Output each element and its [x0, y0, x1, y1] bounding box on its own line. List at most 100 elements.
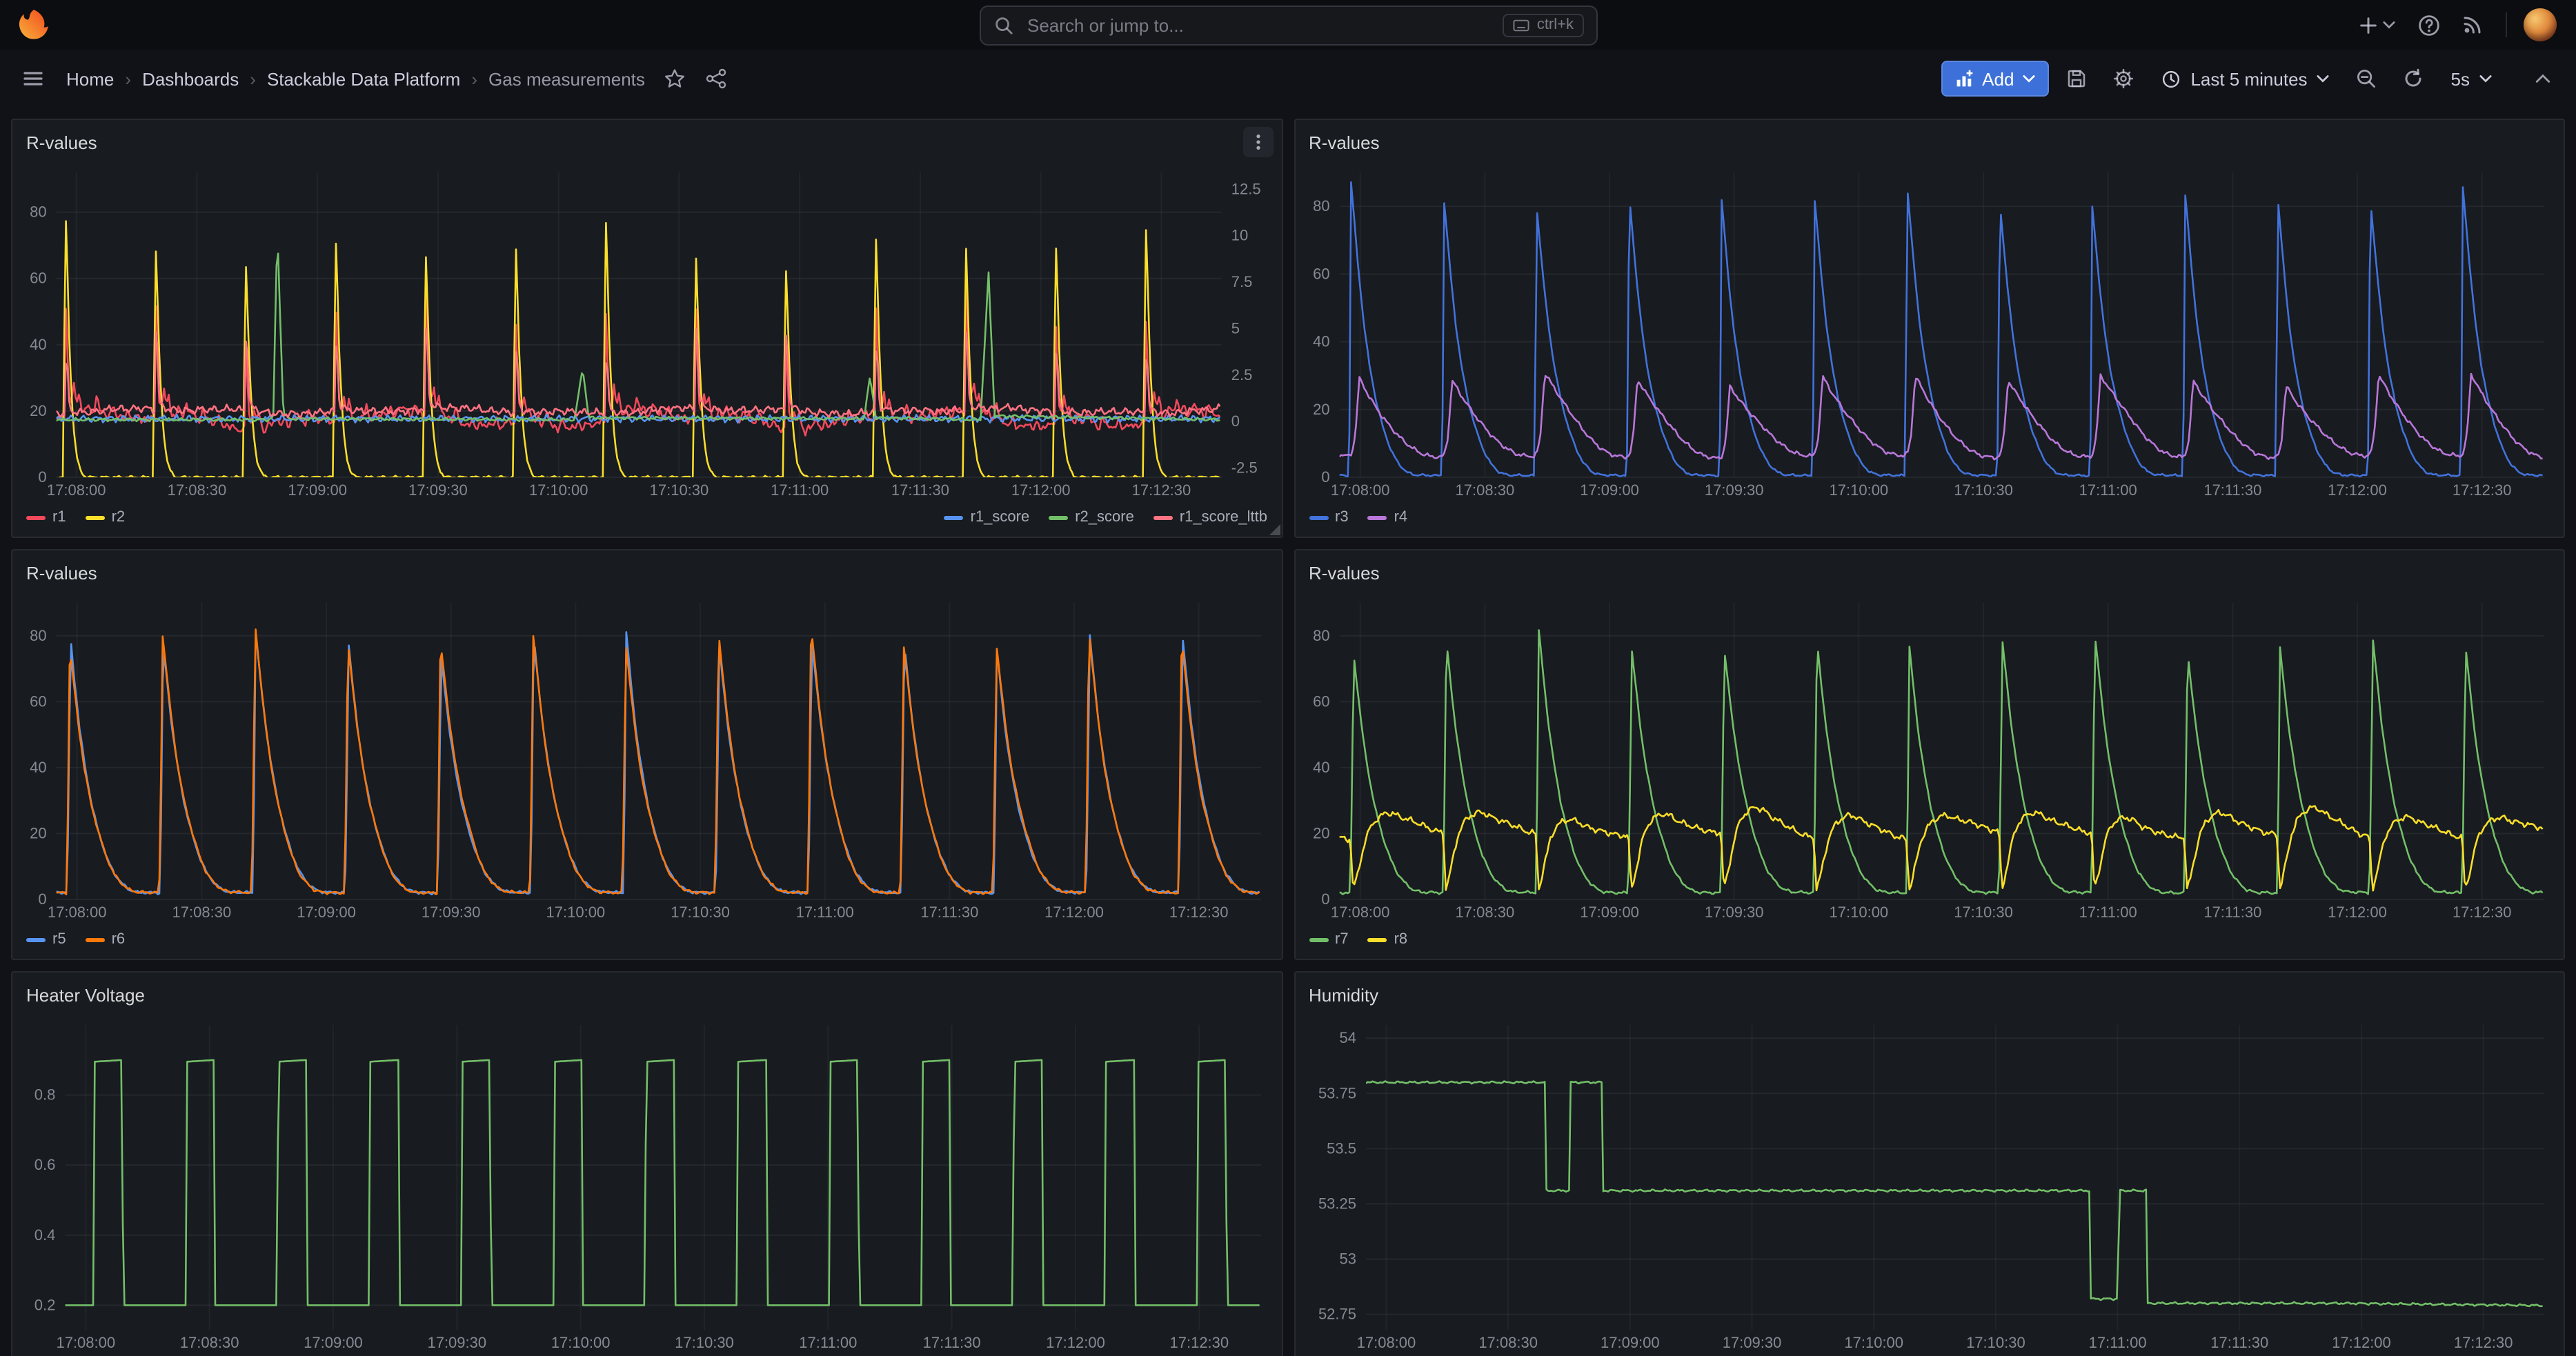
x-axis-label: 17:08:30: [1455, 904, 1514, 921]
y-axis-label: 40: [30, 759, 46, 776]
legend-item-r1_score[interactable]: r1_score: [944, 509, 1030, 526]
x-axis-label: 17:11:00: [796, 904, 854, 921]
x-axis-label: 17:11:00: [771, 481, 829, 499]
x-axis-label: 17:12:30: [2453, 1334, 2513, 1351]
x-axis-label: 17:08:30: [1455, 481, 1514, 499]
breadcrumb-home[interactable]: Home: [66, 68, 114, 89]
legend-item-r2_score[interactable]: r2_score: [1049, 509, 1134, 526]
y-axis-label: 80: [1312, 627, 1329, 644]
chevron-up-icon: [2533, 69, 2553, 88]
chart-area[interactable]: 020406080-2.502.557.51012.517:08:0017:08…: [21, 160, 1273, 501]
dashboard-settings-button[interactable]: [2103, 59, 2142, 98]
x-axis-label: 17:10:30: [1953, 481, 2012, 499]
chart-canvas[interactable]: 0.20.40.60.817:08:0017:08:3017:09:0017:0…: [21, 1013, 1274, 1353]
legend-label: r2: [112, 509, 126, 526]
chart-canvas[interactable]: 02040608017:08:0017:08:3017:09:0017:09:3…: [1303, 160, 2556, 501]
plus-icon: [2358, 14, 2379, 35]
x-axis-label: 17:12:30: [2452, 904, 2511, 921]
panel-resize-handle[interactable]: [1269, 524, 1280, 535]
breadcrumb-dashboards[interactable]: Dashboards: [142, 68, 239, 89]
y-axis-right-label: 12.5: [1231, 180, 1261, 197]
panel-title-bar[interactable]: Humidity: [1295, 973, 2564, 1013]
x-axis-label: 17:11:30: [2210, 1334, 2268, 1351]
search-input[interactable]: [1024, 13, 1492, 37]
y-axis-label: 0.2: [34, 1296, 56, 1313]
chevron-down-icon: [2022, 74, 2034, 83]
chart-canvas[interactable]: 02040608017:08:0017:08:3017:09:0017:09:3…: [1303, 590, 2556, 923]
grafana-flame-icon: [17, 8, 51, 42]
x-axis-label: 17:11:00: [2079, 904, 2137, 921]
panel-title-bar[interactable]: R-values: [1295, 120, 2564, 160]
grafana-app: ctrl+k: [0, 0, 2576, 1356]
series-group: [57, 630, 1260, 895]
y-axis-label: 0: [1320, 468, 1329, 486]
legend-group-left: r5 r6: [26, 931, 125, 948]
x-axis-label: 17:09:30: [427, 1334, 486, 1351]
legend-marker: [944, 515, 964, 519]
legend-item-r7[interactable]: r7: [1309, 931, 1349, 948]
legend-item-r4[interactable]: r4: [1368, 509, 1408, 526]
favorite-button[interactable]: [656, 59, 695, 98]
time-range-picker[interactable]: Last 5 minutes: [2150, 59, 2339, 98]
chart-area[interactable]: 02040608017:08:0017:08:3017:09:0017:09:3…: [21, 590, 1273, 923]
x-axis-label: 17:10:00: [1843, 1334, 1903, 1351]
series-line-r6: [57, 630, 1260, 895]
save-button[interactable]: [2057, 59, 2095, 98]
legend: r3 r4: [1295, 501, 2564, 531]
refresh-button[interactable]: [2395, 59, 2433, 98]
chart-area[interactable]: 02040608017:08:0017:08:3017:09:0017:09:3…: [1303, 160, 2555, 501]
menu-toggle-button[interactable]: [14, 59, 52, 98]
y-axis-label: 80: [30, 203, 46, 221]
chevron-down-icon: [2317, 74, 2330, 83]
panel-title-bar[interactable]: R-values: [12, 120, 1281, 160]
legend: r1 r2 r1_score r2_score r1_score_lttb: [12, 501, 1281, 531]
refresh-interval-picker[interactable]: 5s: [2441, 59, 2501, 98]
x-axis-label: 17:09:30: [1704, 481, 1763, 499]
help-button[interactable]: [2409, 6, 2448, 44]
legend-item-r5[interactable]: r5: [26, 931, 66, 948]
y-axis-right-label: 7.5: [1231, 273, 1253, 290]
legend-item-r2[interactable]: r2: [86, 509, 126, 526]
grafana-logo[interactable]: [17, 8, 51, 42]
legend-item-r1[interactable]: r1: [26, 509, 66, 526]
legend-item-r1_score_lttb[interactable]: r1_score_lttb: [1153, 509, 1267, 526]
series-group: [1339, 630, 2542, 895]
panel-title-bar[interactable]: Heater Voltage: [12, 973, 1281, 1013]
x-axis-label: 17:09:00: [297, 904, 356, 921]
chart-canvas[interactable]: 02040608017:08:0017:08:3017:09:0017:09:3…: [21, 590, 1274, 923]
legend-item-r6[interactable]: r6: [86, 931, 126, 948]
legend-label: r1: [52, 509, 66, 526]
breadcrumb-separator: ›: [250, 68, 256, 89]
x-axis-label: 17:11:00: [2079, 481, 2137, 499]
chart-area[interactable]: 02040608017:08:0017:08:3017:09:0017:09:3…: [1303, 590, 2555, 923]
search-box[interactable]: ctrl+k: [979, 5, 1597, 45]
share-button[interactable]: [697, 59, 736, 98]
add-panel-icon: [1954, 69, 1974, 88]
add-button[interactable]: Add: [1941, 61, 2048, 97]
legend-group-left: r3 r4: [1309, 509, 1407, 526]
legend-item-r8[interactable]: r8: [1368, 931, 1408, 948]
panel-title: R-values: [1309, 562, 1380, 583]
new-button[interactable]: [2350, 6, 2404, 44]
chevron-down-icon: [2383, 21, 2395, 29]
news-button[interactable]: [2453, 6, 2492, 44]
chart-area[interactable]: 52.755353.2553.553.755417:08:0017:08:301…: [1303, 1013, 2555, 1353]
chart-canvas[interactable]: 020406080-2.502.557.51012.517:08:0017:08…: [21, 160, 1274, 501]
zoom-out-button[interactable]: [2348, 59, 2386, 98]
x-axis-label: 17:09:30: [1722, 1334, 1781, 1351]
x-axis-label: 17:12:30: [1132, 481, 1191, 499]
y-axis-label: 60: [1312, 692, 1329, 710]
x-axis-label: 17:09:00: [1579, 481, 1638, 499]
x-axis-label: 17:10:30: [650, 481, 709, 499]
panel-menu-button[interactable]: [1242, 127, 1273, 157]
collapse-bar-button[interactable]: [2524, 59, 2562, 98]
legend-marker: [1368, 937, 1387, 941]
panel-title-bar[interactable]: R-values: [12, 550, 1281, 590]
panel-title-bar[interactable]: R-values: [1295, 550, 2564, 590]
user-menu-button[interactable]: [2521, 6, 2559, 44]
x-axis-label: 17:11:30: [891, 481, 949, 499]
chart-area[interactable]: 0.20.40.60.817:08:0017:08:3017:09:0017:0…: [21, 1013, 1273, 1353]
chart-canvas[interactable]: 52.755353.2553.553.755417:08:0017:08:301…: [1303, 1013, 2556, 1353]
legend-item-r3[interactable]: r3: [1309, 509, 1349, 526]
breadcrumb-folder[interactable]: Stackable Data Platform: [267, 68, 460, 89]
